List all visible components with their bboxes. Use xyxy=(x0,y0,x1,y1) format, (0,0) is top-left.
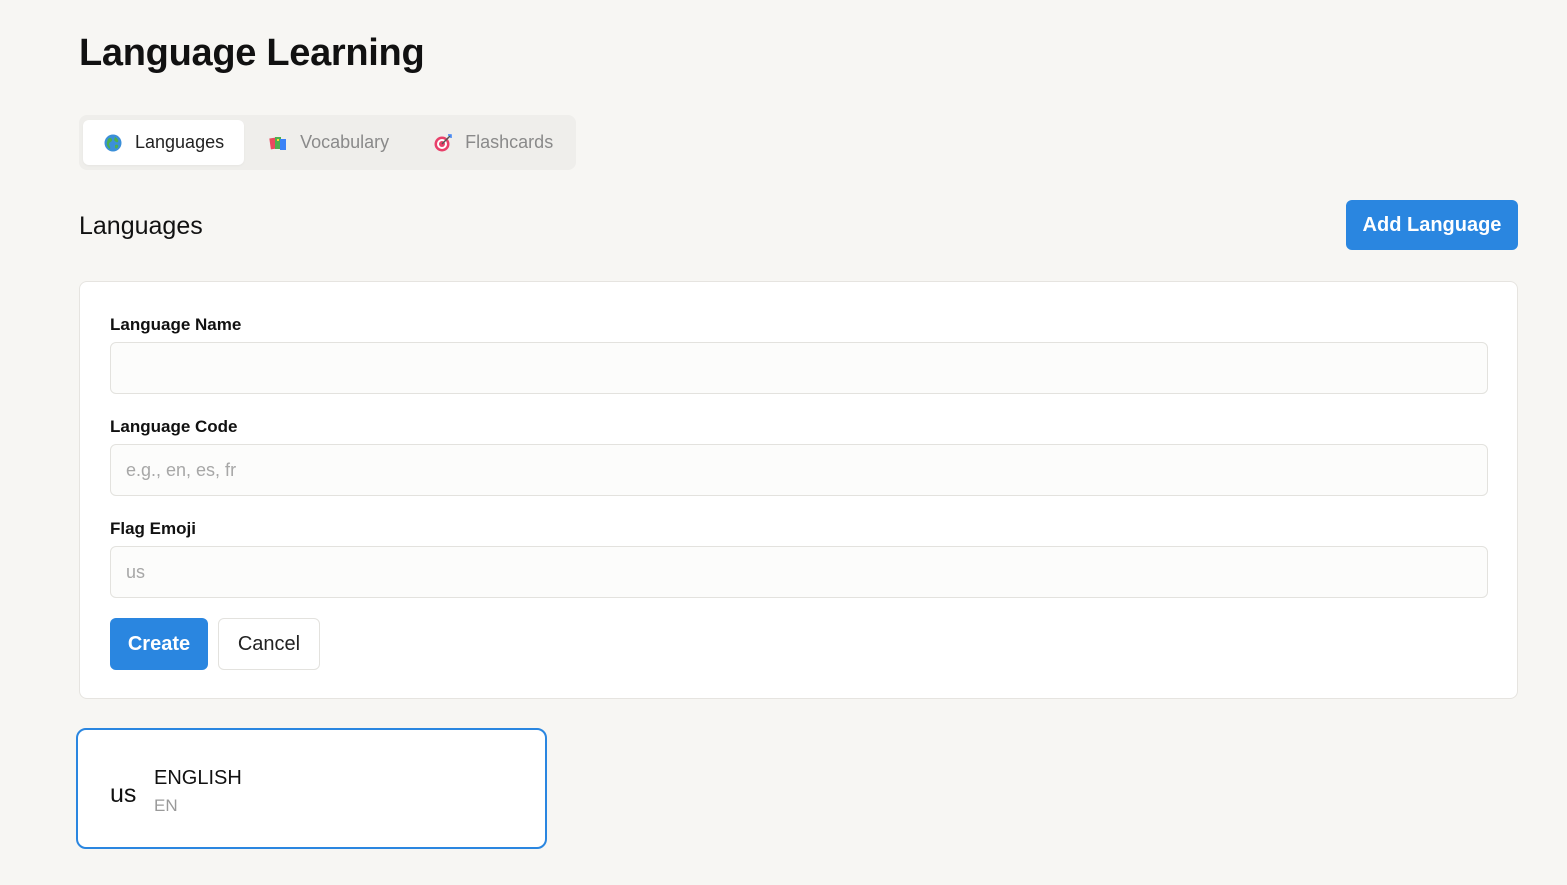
language-flag: us xyxy=(110,780,137,808)
tab-flashcards-label: Flashcards xyxy=(465,132,554,152)
add-language-button[interactable]: Add Language xyxy=(1346,200,1518,250)
language-code: EN xyxy=(154,796,178,815)
language-code-input[interactable] xyxy=(110,444,1488,496)
tab-vocabulary-label: Vocabulary xyxy=(300,132,390,152)
app-title: Language Learning xyxy=(79,32,425,74)
language-name-input[interactable] xyxy=(110,342,1488,394)
cancel-button[interactable]: Cancel xyxy=(218,618,320,670)
tab-flashcards[interactable]: Flashcards xyxy=(413,120,573,165)
page: Language Learning Languages Vocabulary F… xyxy=(0,0,1567,885)
flag-emoji-input[interactable] xyxy=(110,546,1488,598)
books-icon xyxy=(268,133,288,153)
tab-languages[interactable]: Languages xyxy=(83,120,245,165)
tab-vocabulary[interactable]: Vocabulary xyxy=(248,120,409,165)
language-name: ENGLISH xyxy=(154,767,242,789)
create-button[interactable]: Create xyxy=(110,618,208,670)
add-language-form: Language Name Language Code Flag Emoji C… xyxy=(79,281,1518,699)
flag-emoji-label: Flag Emoji xyxy=(110,519,196,538)
language-name-label: Language Name xyxy=(110,315,242,334)
globe-icon xyxy=(103,133,123,153)
target-icon xyxy=(433,133,453,153)
tab-bar: Languages Vocabulary Flashcards xyxy=(79,115,576,170)
language-card-english[interactable]: us ENGLISH EN xyxy=(76,728,547,849)
tab-languages-label: Languages xyxy=(135,132,225,152)
language-code-label: Language Code xyxy=(110,417,238,436)
section-title: Languages xyxy=(79,212,203,240)
